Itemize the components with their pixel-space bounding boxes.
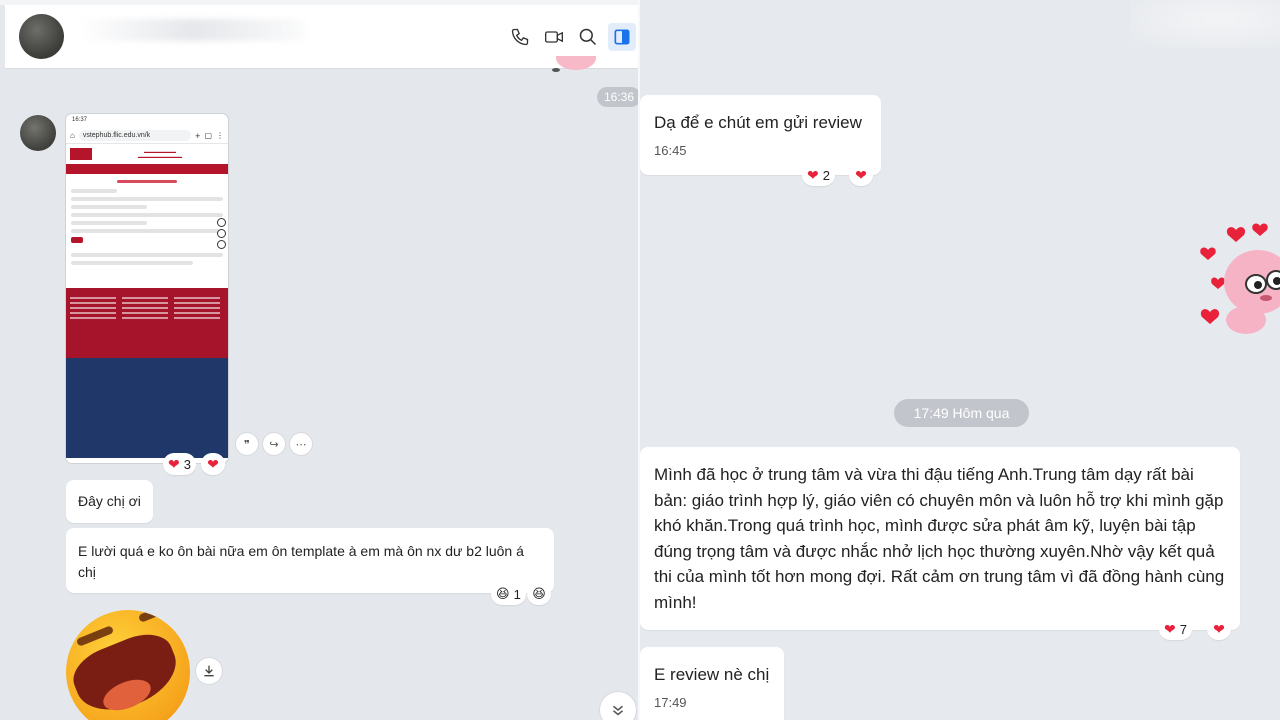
- message-bubble: Đây chị ơi: [66, 480, 153, 523]
- add-heart-reaction-button[interactable]: ❤: [849, 164, 873, 186]
- screenshot-footer-blue: [66, 358, 228, 458]
- add-laugh-reaction-button[interactable]: 😆: [527, 583, 551, 605]
- scroll-to-bottom-button[interactable]: [600, 692, 636, 720]
- screenshot-site-nav: [66, 164, 228, 174]
- screenshot-url: vstephub.flic.edu.vn/k: [78, 130, 192, 141]
- heart-icon: ❤: [855, 167, 867, 183]
- message-time: 17:49: [654, 695, 687, 710]
- screenshot-form: [66, 174, 228, 288]
- heart-icon: ❤: [207, 456, 219, 472]
- reaction-summary[interactable]: ❤ 7: [1159, 618, 1192, 640]
- reaction-summary[interactable]: ❤ 3: [163, 453, 196, 475]
- message-text: Dạ để e chút em gửi review: [654, 113, 862, 132]
- time-divider: 16:36: [597, 87, 638, 107]
- right-chat-panel: Dạ để e chút em gửi review 16:45 ❤ 2 ❤ 1…: [640, 0, 1280, 720]
- reaction-count: 1: [513, 586, 521, 602]
- reaction-count: 3: [183, 456, 191, 472]
- laughing-emoji-icon: 😆: [532, 586, 546, 601]
- heart-icon: ❤: [1164, 621, 1176, 637]
- screenshot-status-bar: 16:37: [72, 117, 88, 123]
- laughing-emoji-icon: 😆: [496, 586, 510, 601]
- chat-header: [5, 5, 638, 69]
- reaction-count: 2: [822, 167, 830, 183]
- pink-character-sticker[interactable]: [1198, 220, 1280, 344]
- faint-overlay: [1130, 0, 1280, 48]
- add-heart-reaction-button[interactable]: ❤: [1207, 618, 1231, 640]
- contact-avatar[interactable]: [19, 14, 64, 59]
- message-actions: ❞ ↪ ⋯: [236, 433, 312, 455]
- screenshot-url-bar: ⌂ vstephub.flic.edu.vn/k + ▢ ⋮: [66, 128, 228, 144]
- message-time: 16:45: [654, 143, 687, 158]
- reaction-summary[interactable]: 😆 1: [491, 583, 526, 605]
- message-bubble: E lười quá e ko ôn bài nữa em ôn templat…: [66, 528, 554, 593]
- site-logo: [70, 148, 92, 160]
- screenshot-zoom-controls: [217, 218, 226, 249]
- message-text: E review nè chị: [654, 665, 770, 684]
- shared-screenshot-image[interactable]: 16:37 ⌂ vstephub.flic.edu.vn/k + ▢ ⋮ ▬▬▬▬▬…: [66, 114, 228, 463]
- left-chat-panel: 16:36 16:37 ⌂ vstephub.flic.edu.vn/k + ▢ ⋮…: [0, 0, 638, 720]
- heart-icon: ❤: [1213, 621, 1225, 637]
- phone-icon[interactable]: [508, 25, 532, 49]
- video-call-icon[interactable]: [542, 25, 566, 49]
- heart-icon: ❤: [168, 456, 180, 472]
- search-icon[interactable]: [576, 25, 600, 49]
- sidebar-toggle-icon[interactable]: [608, 23, 636, 51]
- more-icon[interactable]: ⋯: [290, 433, 312, 455]
- contact-name-blurred: [77, 19, 307, 41]
- sender-avatar[interactable]: [20, 115, 56, 151]
- screenshot-footer-red: [66, 288, 228, 358]
- heart-icon: ❤: [807, 167, 819, 183]
- forward-icon[interactable]: ↪: [263, 433, 285, 455]
- sticker-partial: [548, 56, 598, 78]
- time-divider: 17:49 Hôm qua: [894, 399, 1029, 427]
- laughing-emoji-sticker[interactable]: [66, 610, 190, 720]
- add-heart-reaction-button[interactable]: ❤: [201, 453, 225, 475]
- review-message-bubble: Mình đã học ở trung tâm và vừa thi đậu t…: [640, 447, 1240, 630]
- message-bubble: Dạ để e chút em gửi review 16:45: [640, 95, 881, 175]
- reaction-summary[interactable]: ❤ 2: [802, 164, 835, 186]
- reaction-count: 7: [1179, 621, 1187, 637]
- quote-icon[interactable]: ❞: [236, 433, 258, 455]
- screenshot-site-header: ▬▬▬▬▬▬▬▬ ▬▬▬▬▬▬▬▬▬▬▬: [66, 144, 228, 164]
- site-title-graphic: ▬▬▬▬▬▬▬▬ ▬▬▬▬▬▬▬▬▬▬▬: [138, 149, 182, 159]
- message-bubble: E review nè chị 17:49: [640, 647, 784, 720]
- download-icon[interactable]: [196, 658, 222, 684]
